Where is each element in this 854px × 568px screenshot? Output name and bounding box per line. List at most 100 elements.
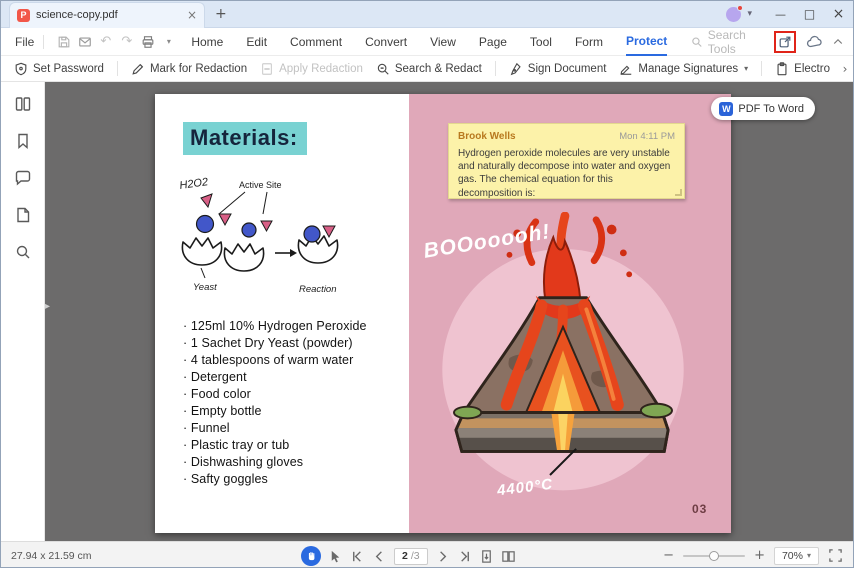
tab-convert[interactable]: Convert — [365, 28, 407, 56]
account-avatar[interactable] — [726, 7, 741, 22]
close-button[interactable]: × — [824, 1, 853, 28]
menu-file[interactable]: File — [15, 35, 34, 49]
word-logo-icon: W — [719, 102, 733, 116]
separator — [117, 61, 118, 76]
fit-screen-icon — [828, 548, 843, 563]
caret-down-icon: ▾ — [807, 552, 811, 560]
two-page-view-button[interactable] — [501, 549, 516, 564]
pdfelement-window: P science-copy.pdf × + ▾ — □ × File ↶ ↷ … — [0, 0, 854, 568]
zoom-in-button[interactable]: + — [754, 549, 765, 562]
email-button[interactable] — [74, 31, 95, 53]
list-item: Detergent — [183, 369, 367, 386]
separator — [495, 61, 496, 76]
tab-edit[interactable]: Edit — [246, 28, 267, 56]
note-author: Brook Wells — [458, 131, 516, 142]
account-caret-icon[interactable]: ▾ — [747, 10, 752, 19]
tab-tool[interactable]: Tool — [530, 28, 552, 56]
last-page-button[interactable] — [457, 549, 472, 564]
comment-panel-button[interactable] — [14, 169, 32, 187]
panel-expand-arrow-icon[interactable]: ▸ — [45, 302, 50, 312]
zoom-slider-knob[interactable] — [709, 551, 719, 561]
search-and-redact-button[interactable]: Search & Redact — [376, 62, 482, 76]
separator — [761, 61, 762, 76]
document-tab[interactable]: P science-copy.pdf × — [9, 2, 205, 28]
ribbon-overflow-chevron[interactable]: › — [837, 56, 853, 82]
yeast-label: Yeast — [193, 282, 217, 293]
sticky-note-annotation[interactable]: Brook Wells Mon 4:11 PM Hydrogen peroxid… — [448, 123, 685, 199]
hand-tool-button[interactable] — [301, 546, 321, 566]
page-number-printed: 03 — [692, 502, 707, 516]
save-icon — [57, 35, 71, 49]
electronic-signature-button[interactable]: Electro — [775, 62, 830, 76]
attachment-panel-button[interactable] — [14, 206, 32, 224]
lock-shield-icon — [14, 62, 28, 76]
current-page-value: 2 — [402, 550, 408, 562]
menu-tabs: Home Edit Comment Convert View Page Tool… — [191, 28, 667, 56]
collapse-ribbon-icon[interactable] — [832, 36, 844, 48]
search-tools-label: Search Tools — [708, 28, 774, 56]
manage-signatures-label: Manage Signatures — [638, 63, 738, 75]
page-left-half: Materials: H2O2 Active Site — [155, 94, 409, 533]
search-tools-button[interactable]: Search Tools — [691, 28, 774, 56]
zoom-slider[interactable] — [683, 555, 745, 557]
tab-close-icon[interactable]: × — [187, 9, 197, 21]
pdf-to-word-button[interactable]: W PDF To Word — [711, 97, 815, 120]
active-site-label: Active Site — [239, 180, 282, 190]
total-pages-label: /3 — [411, 550, 420, 562]
first-page-button[interactable] — [350, 549, 365, 564]
thumbnails-icon — [14, 95, 32, 113]
select-tool-button[interactable] — [328, 549, 343, 564]
cloud-icon[interactable] — [806, 34, 822, 50]
redo-icon[interactable]: ↷ — [116, 31, 137, 53]
zoom-level-dropdown[interactable]: 70% ▾ — [774, 547, 819, 565]
next-page-button[interactable] — [435, 549, 450, 564]
search-panel-button[interactable] — [14, 243, 32, 261]
list-item: 125ml 10% Hydrogen Peroxide — [183, 318, 367, 335]
email-icon — [78, 35, 92, 49]
list-item: Safty goggles — [183, 471, 367, 488]
apply-redaction-button: Apply Redaction — [260, 62, 363, 76]
tab-page[interactable]: Page — [479, 28, 507, 56]
tab-home[interactable]: Home — [191, 28, 223, 56]
list-item: 4 tablespoons of warm water — [183, 352, 367, 369]
print-button[interactable] — [137, 31, 158, 53]
toolbar-options-caret-icon[interactable]: ▾ — [158, 31, 179, 53]
single-page-view-icon — [479, 549, 494, 564]
fit-page-button[interactable] — [828, 548, 843, 563]
zoom-out-button[interactable]: − — [663, 549, 674, 562]
save-button[interactable] — [53, 31, 74, 53]
single-page-view-button[interactable] — [479, 549, 494, 564]
tab-title: science-copy.pdf — [36, 9, 181, 21]
set-password-button[interactable]: Set Password — [14, 62, 104, 76]
tab-protect[interactable]: Protect — [626, 28, 667, 56]
cursor-icon — [328, 549, 343, 564]
pdfelement-logo-icon: P — [17, 9, 30, 22]
tab-view[interactable]: View — [430, 28, 456, 56]
document-canvas: ▸ Materials: H2O2 Active Site — [45, 82, 854, 541]
apply-redaction-label: Apply Redaction — [279, 63, 363, 75]
clipboard-icon — [775, 62, 789, 76]
two-page-view-icon — [501, 549, 516, 564]
maximize-button[interactable]: □ — [795, 1, 824, 28]
tab-comment[interactable]: Comment — [290, 28, 342, 56]
sign-document-button[interactable]: Sign Document — [509, 62, 607, 76]
share-highlight-box[interactable] — [774, 31, 796, 53]
note-resize-handle[interactable] — [675, 189, 682, 196]
new-tab-button[interactable]: + — [215, 7, 227, 21]
mark-for-redaction-button[interactable]: Mark for Redaction — [131, 62, 247, 76]
thumbnail-panel-button[interactable] — [14, 95, 32, 113]
search-redact-icon — [376, 62, 390, 76]
previous-page-button[interactable] — [372, 549, 387, 564]
separator — [43, 35, 44, 49]
tab-form[interactable]: Form — [575, 28, 603, 56]
manage-signatures-button[interactable]: Manage Signatures ▾ — [619, 62, 748, 76]
page-right-half: Brook Wells Mon 4:11 PM Hydrogen peroxid… — [409, 94, 731, 533]
list-item: Funnel — [183, 420, 367, 437]
undo-icon[interactable]: ↶ — [95, 31, 116, 53]
comment-icon — [14, 169, 32, 187]
page-number-input[interactable]: 2 /3 — [394, 548, 428, 565]
pdf-to-word-label: PDF To Word — [738, 103, 804, 115]
bookmark-panel-button[interactable] — [14, 132, 32, 150]
minimize-button[interactable]: — — [766, 1, 795, 28]
search-and-redact-label: Search & Redact — [395, 63, 482, 75]
